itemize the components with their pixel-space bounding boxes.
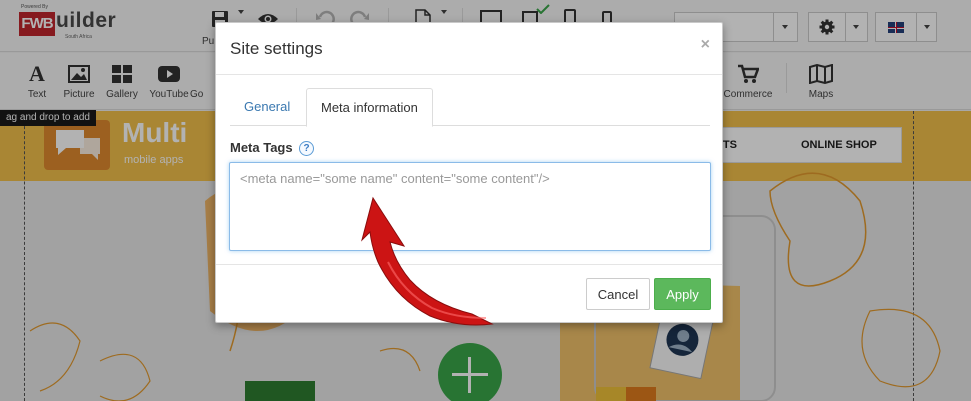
close-icon[interactable]: × bbox=[701, 36, 710, 54]
settings-tabs: General Meta information bbox=[230, 88, 710, 127]
site-settings-dialog: Site settings × General Meta information… bbox=[215, 22, 723, 323]
meta-tags-textarea[interactable] bbox=[229, 162, 711, 251]
tab-general[interactable]: General bbox=[230, 88, 304, 126]
dialog-title: Site settings bbox=[230, 39, 323, 58]
help-question-icon[interactable]: ? bbox=[299, 141, 314, 156]
apply-button[interactable]: Apply bbox=[654, 278, 711, 310]
tab-meta-information[interactable]: Meta information bbox=[306, 88, 433, 127]
meta-tags-label: Meta Tags bbox=[230, 140, 293, 155]
cancel-button[interactable]: Cancel bbox=[586, 278, 650, 310]
dialog-footer-divider bbox=[216, 264, 722, 265]
dialog-header-divider bbox=[216, 74, 722, 75]
